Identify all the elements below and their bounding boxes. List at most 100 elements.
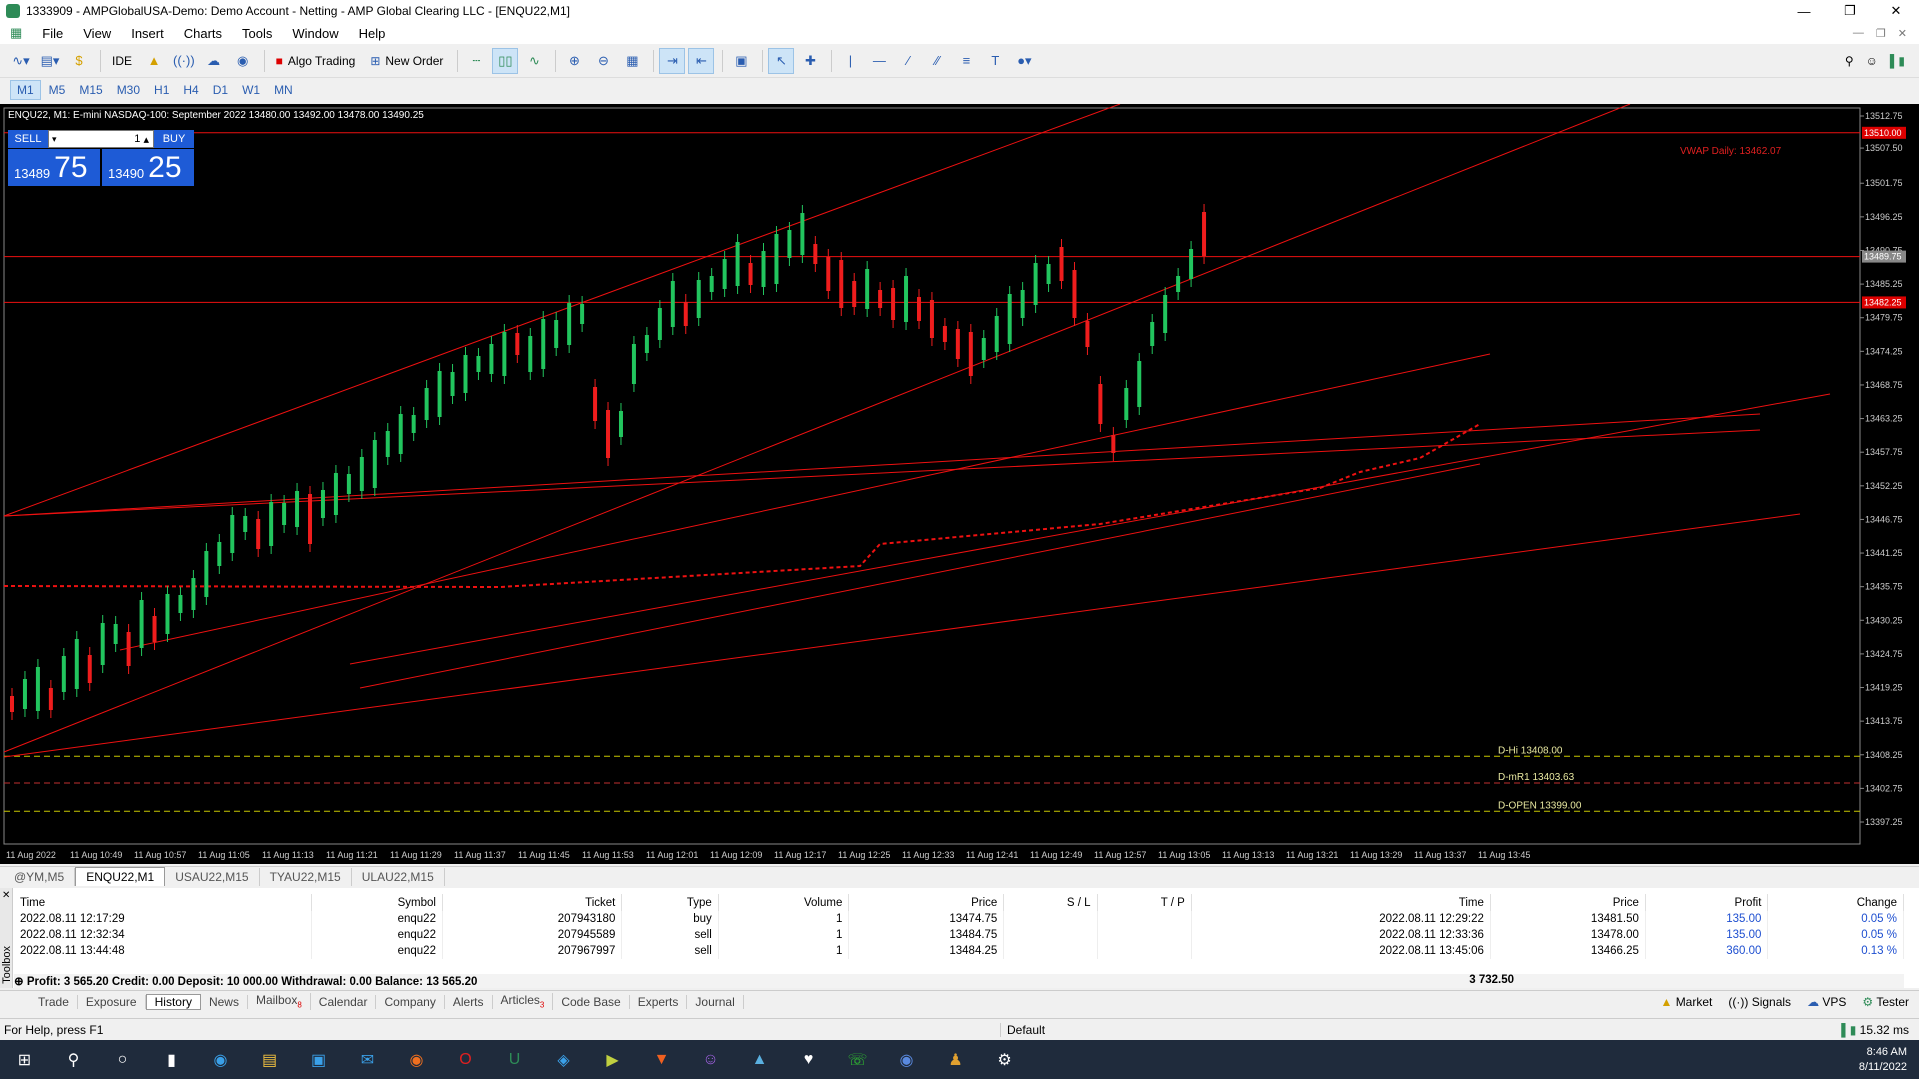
lock-icon[interactable]: ▲: [141, 48, 167, 74]
signal-strength-icon[interactable]: ▌▮: [1890, 54, 1905, 68]
signals-button[interactable]: ((·)) Signals: [1728, 995, 1791, 1009]
app-icon[interactable]: ♟: [931, 1040, 980, 1079]
chart-canvas[interactable]: 13512.7513507.5013501.7513496.2513490.75…: [0, 104, 1919, 864]
candles-icon[interactable]: ▯▯: [492, 47, 519, 74]
column-header[interactable]: Price: [848, 894, 1005, 911]
close-icon[interactable]: ✕: [2, 890, 10, 901]
grid-icon[interactable]: ▦: [619, 48, 645, 74]
chart-type-icon[interactable]: ∿▾: [8, 48, 34, 74]
tf-m15[interactable]: M15: [73, 81, 108, 99]
column-header[interactable]: Time: [1191, 894, 1491, 911]
column-header[interactable]: Ticket: [442, 894, 623, 911]
screenshot-icon[interactable]: ▣: [728, 48, 754, 74]
fibo-icon[interactable]: ≡: [953, 48, 979, 74]
column-header[interactable]: Symbol: [311, 894, 443, 911]
close-button[interactable]: ✕: [1873, 0, 1919, 22]
chevron-down-icon[interactable]: ▾: [49, 134, 57, 145]
file-explorer-icon[interactable]: ▤: [245, 1040, 294, 1079]
line-chart-icon[interactable]: ∿: [521, 48, 547, 74]
zoom-out-icon[interactable]: ⊖: [590, 48, 616, 74]
discord-icon[interactable]: ☺: [686, 1040, 735, 1079]
tab-history[interactable]: History: [145, 993, 201, 1010]
zoom-in-icon[interactable]: ⊕: [561, 48, 587, 74]
sell-price-box[interactable]: 13489 75: [8, 149, 100, 186]
buy-price-box[interactable]: 13490 25: [102, 149, 194, 186]
metatrader-icon[interactable]: ▲: [735, 1040, 784, 1079]
quantity-input[interactable]: ▾ 1 ▴: [48, 130, 154, 148]
dollar-icon[interactable]: $: [66, 48, 92, 74]
tab-calendar[interactable]: Calendar: [311, 994, 377, 1009]
chart-tab-active[interactable]: ENQU22,M1: [75, 867, 166, 886]
trendline-icon[interactable]: ∕: [895, 48, 921, 74]
store-icon[interactable]: ▣: [294, 1040, 343, 1079]
column-header[interactable]: Type: [621, 894, 719, 911]
system-clock[interactable]: 8:46 AM 8/11/2022: [1859, 1045, 1919, 1075]
vertical-line-icon[interactable]: |: [837, 48, 863, 74]
tab-journal[interactable]: Journal: [687, 994, 744, 1009]
tf-m5[interactable]: M5: [43, 81, 72, 99]
table-row[interactable]: 2022.08.11 12:32:34 enqu22 207945589 sell 1 1…: [14, 927, 1904, 943]
opera-icon[interactable]: O: [441, 1040, 490, 1079]
globe-icon[interactable]: ◉: [230, 48, 256, 74]
text-icon[interactable]: T: [982, 48, 1008, 74]
menu-charts[interactable]: Charts: [174, 26, 232, 41]
cursor-icon[interactable]: ↖: [768, 47, 795, 74]
menu-file[interactable]: File: [32, 26, 73, 41]
tab-news[interactable]: News: [201, 994, 248, 1009]
tf-d1[interactable]: D1: [207, 81, 234, 99]
whatsapp-icon[interactable]: ☏: [833, 1040, 882, 1079]
tab-trade[interactable]: Trade: [30, 994, 78, 1009]
chevron-up-icon[interactable]: ▴: [143, 133, 149, 146]
price-chart[interactable]: 13512.75 13507.50 13501.75 13496.25 13490.75…: [0, 104, 1919, 864]
ide-button[interactable]: IDE: [106, 48, 138, 74]
app-icon[interactable]: ♥: [784, 1040, 833, 1079]
edge-icon[interactable]: ◉: [196, 1040, 245, 1079]
doc-icon[interactable]: ▦: [0, 25, 32, 41]
tf-w1[interactable]: W1: [236, 81, 266, 99]
minimize-button[interactable]: —: [1781, 0, 1827, 22]
app-icon[interactable]: ▶: [588, 1040, 637, 1079]
channel-icon[interactable]: ⁄⁄: [924, 48, 950, 74]
menu-window[interactable]: Window: [282, 26, 348, 41]
mdi-minimize-icon[interactable]: —: [1853, 27, 1864, 40]
settings-icon[interactable]: ⚙: [980, 1040, 1029, 1079]
tab-articles[interactable]: Articles3: [493, 993, 554, 1010]
app-icon[interactable]: ◈: [539, 1040, 588, 1079]
new-chart-icon[interactable]: ▤▾: [37, 48, 63, 74]
tab-alerts[interactable]: Alerts: [445, 994, 493, 1009]
table-row[interactable]: 2022.08.11 13:44:48 enqu22 207967997 sell 1 1…: [14, 943, 1904, 959]
bar-chart-icon[interactable]: ┄: [463, 48, 489, 74]
mdi-close-icon[interactable]: ✕: [1898, 27, 1907, 40]
market-button[interactable]: ▲ Market: [1660, 995, 1712, 1009]
new-order-button[interactable]: ⊞ New Order: [364, 48, 449, 74]
chart-tab[interactable]: ULAU22,M15: [352, 868, 445, 886]
chart-tab[interactable]: @YM,M5: [4, 868, 76, 886]
windows-start-icon[interactable]: ⊞: [0, 1040, 49, 1079]
sell-button[interactable]: SELL: [8, 130, 48, 148]
column-header[interactable]: Profit: [1645, 894, 1769, 911]
firefox-icon[interactable]: ◉: [392, 1040, 441, 1079]
tab-code-base[interactable]: Code Base: [553, 994, 630, 1009]
cortana-icon[interactable]: ○: [98, 1040, 147, 1079]
menu-view[interactable]: View: [73, 26, 121, 41]
tf-h4[interactable]: H4: [177, 81, 204, 99]
tab-experts[interactable]: Experts: [630, 994, 688, 1009]
mail-icon[interactable]: ✉: [343, 1040, 392, 1079]
tester-button[interactable]: ⚙ Tester: [1862, 995, 1909, 1009]
autoscroll-icon[interactable]: ⇥: [659, 47, 686, 74]
cloud-icon[interactable]: ☁: [201, 48, 227, 74]
app-u-icon[interactable]: U: [490, 1040, 539, 1079]
column-header[interactable]: Change: [1767, 894, 1904, 911]
menu-tools[interactable]: Tools: [232, 26, 282, 41]
menu-help[interactable]: Help: [349, 26, 396, 41]
signal-icon[interactable]: ((·)): [170, 48, 198, 74]
column-header[interactable]: Price: [1490, 894, 1646, 911]
column-header[interactable]: S / L: [1003, 894, 1098, 911]
tab-mailbox[interactable]: Mailbox8: [248, 993, 311, 1010]
search-icon[interactable]: ⚲: [49, 1040, 98, 1079]
chart-tab[interactable]: USAU22,M15: [165, 868, 260, 886]
account-icon[interactable]: ☺: [1866, 54, 1878, 68]
tf-mn[interactable]: MN: [268, 81, 299, 99]
crosshair-icon[interactable]: ✚: [797, 48, 823, 74]
tf-m30[interactable]: M30: [111, 81, 146, 99]
